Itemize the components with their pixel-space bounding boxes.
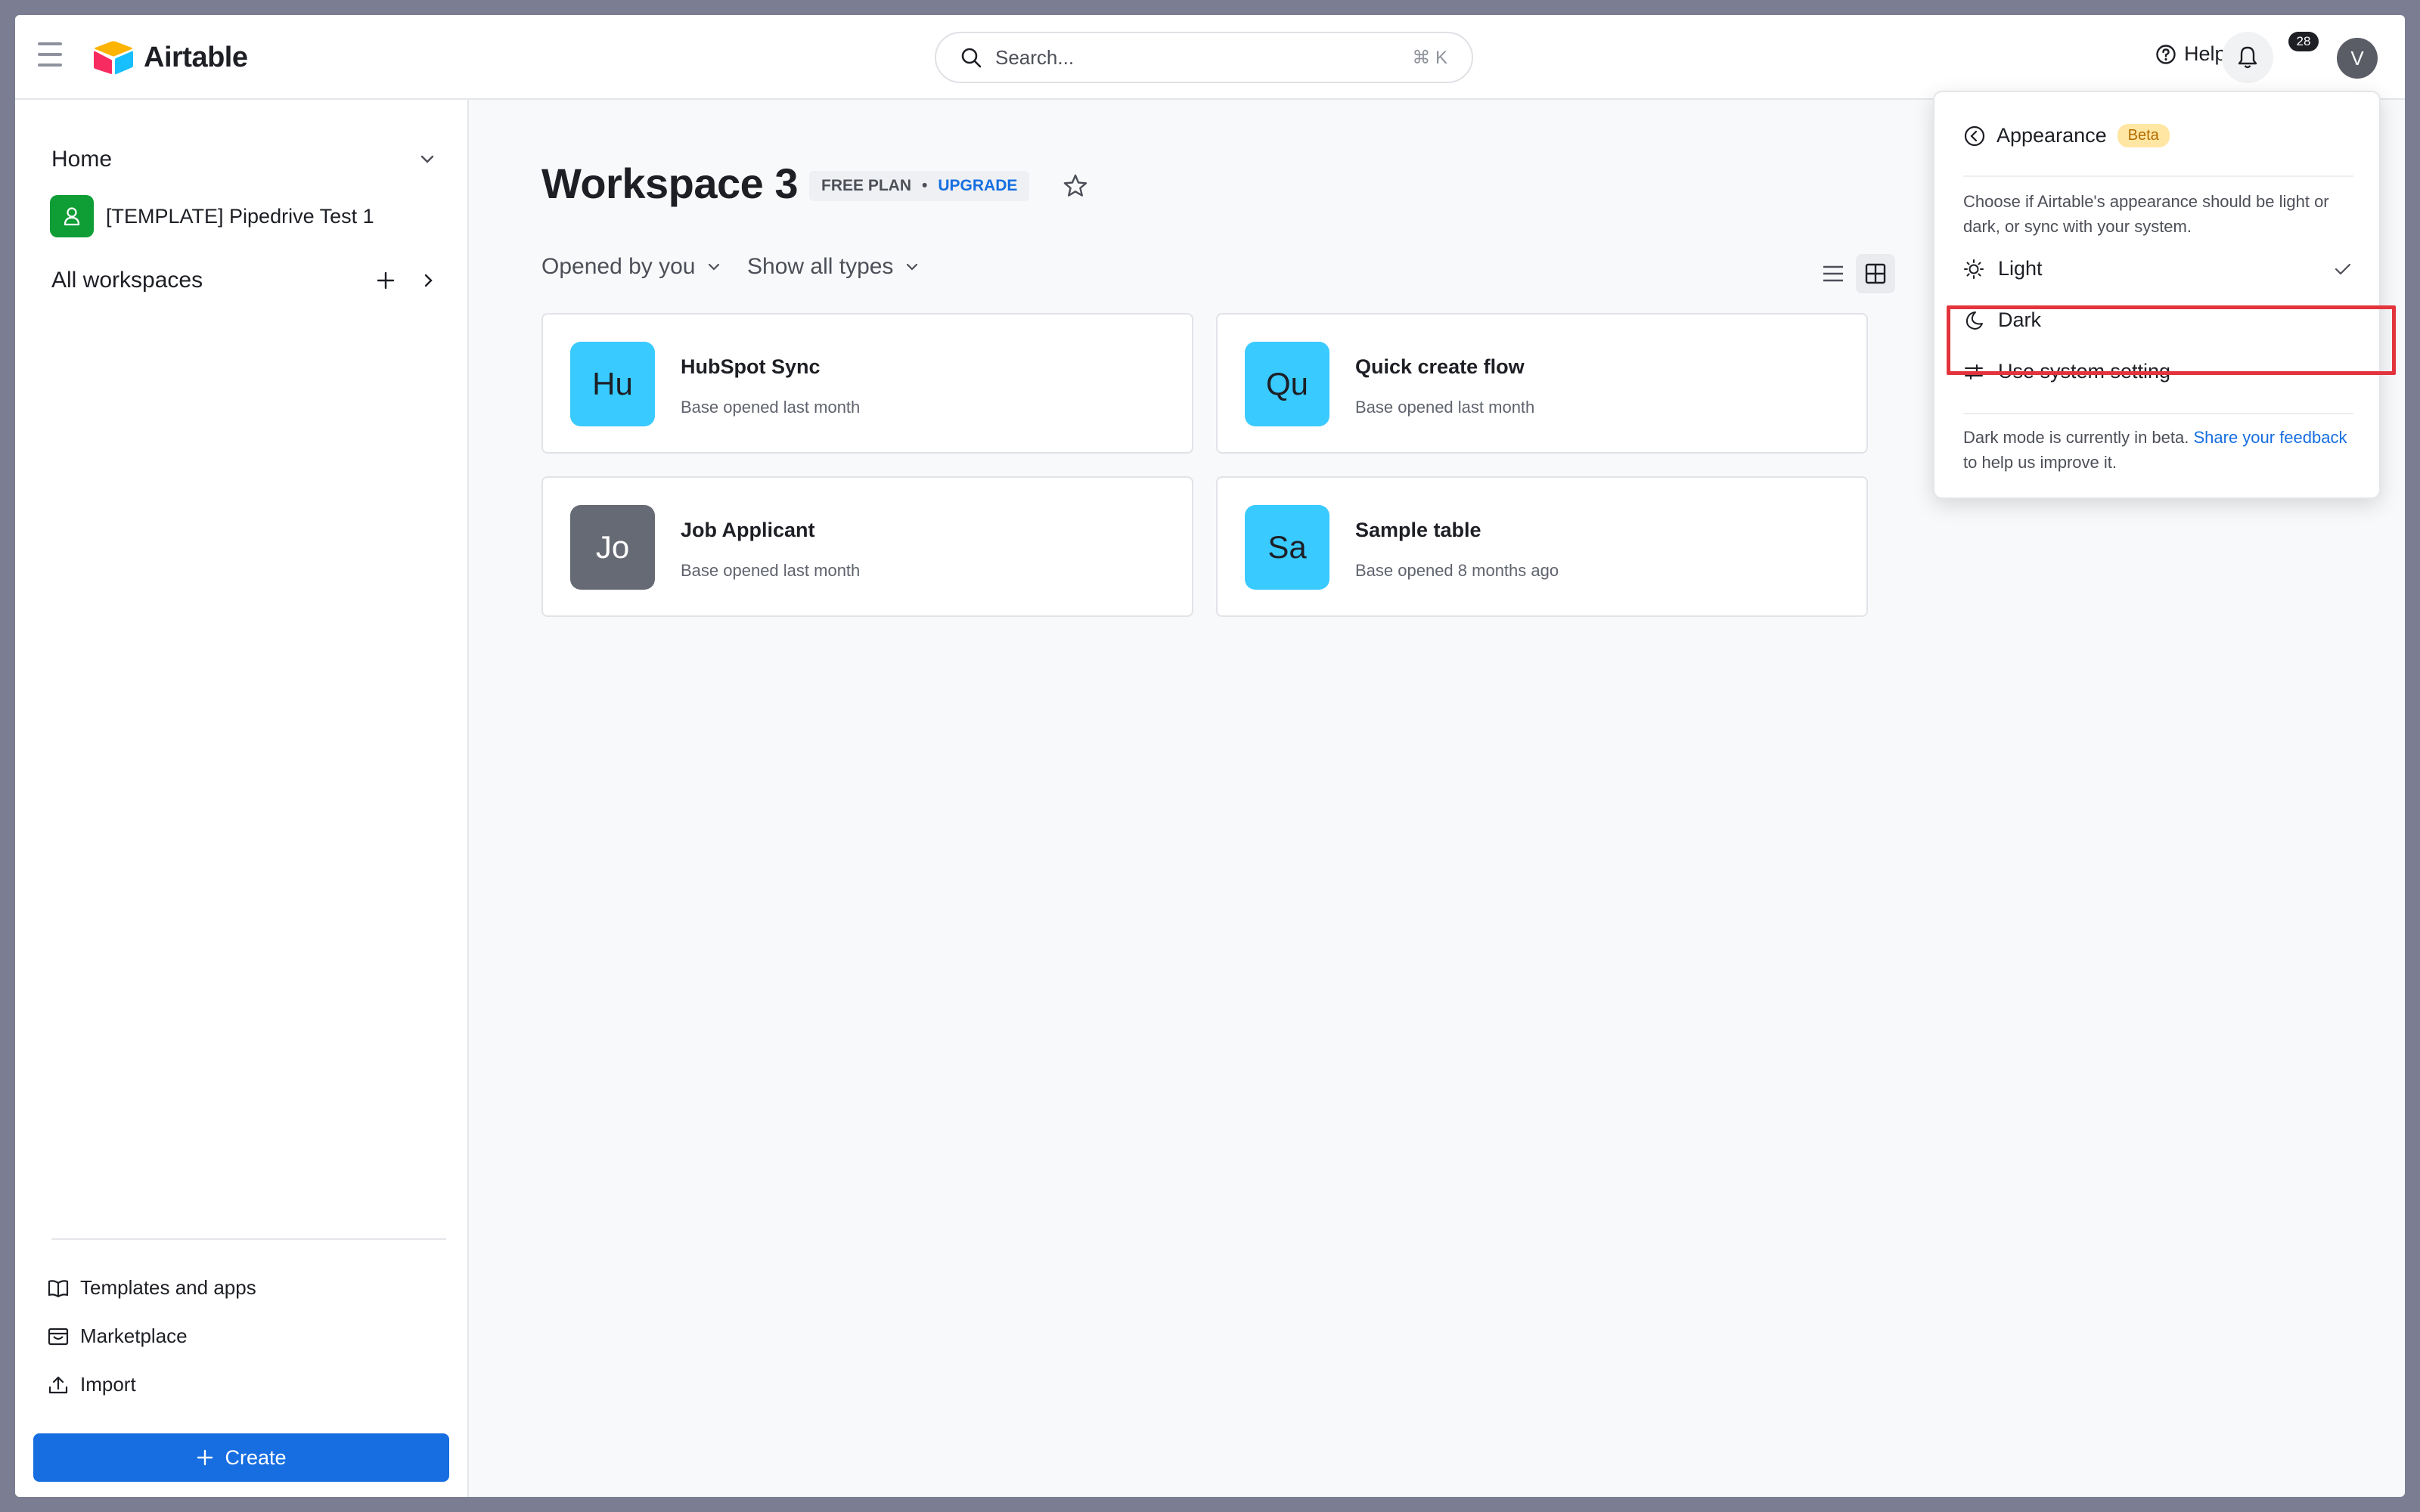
base-card[interactable]: Jo Job Applicant Base opened last month xyxy=(541,476,1193,617)
help-label: Help xyxy=(2184,42,2226,65)
chevron-down-icon[interactable] xyxy=(417,150,437,169)
sidebar-home-label: Home xyxy=(51,147,113,172)
app-window: Airtable Search... ⌘ K Help 28 V Home [T… xyxy=(15,15,2405,1497)
sun-icon xyxy=(1964,259,1984,279)
appearance-title: Appearance xyxy=(1996,124,2107,147)
book-icon xyxy=(48,1279,69,1297)
base-subtitle: Base opened last month xyxy=(1355,398,1535,417)
notification-badge: 28 xyxy=(2288,32,2319,51)
base-subtitle: Base opened last month xyxy=(681,561,861,580)
footer-text: Dark mode is currently in beta. xyxy=(1963,428,2189,447)
appearance-option-light[interactable]: Light xyxy=(1963,257,2353,280)
upload-icon xyxy=(48,1376,68,1393)
plan-separator: • xyxy=(922,177,928,194)
plan-badge: FREE PLAN • UPGRADE xyxy=(809,171,1030,201)
base-icon: Sa xyxy=(1245,505,1329,590)
option-label: Light xyxy=(1998,257,2043,280)
menu-icon[interactable] xyxy=(35,42,68,73)
airtable-logo-icon xyxy=(94,41,133,75)
sidebar-home[interactable]: Home xyxy=(51,147,437,172)
sidebar-all-workspaces[interactable]: All workspaces xyxy=(51,268,437,293)
templates-label: Templates and apps xyxy=(80,1276,256,1299)
base-name: HubSpot Sync xyxy=(681,355,821,378)
menu-divider xyxy=(1963,175,2353,177)
share-feedback-link[interactable]: Share your feedback xyxy=(2193,428,2347,447)
plan-label: FREE PLAN xyxy=(821,177,912,194)
base-icon: Jo xyxy=(570,505,655,590)
bell-icon xyxy=(2238,46,2257,69)
filter-types-dropdown[interactable]: Show all types xyxy=(747,254,920,280)
star-icon[interactable] xyxy=(1062,172,1089,200)
chevron-down-icon xyxy=(709,263,720,271)
base-card[interactable]: Qu Quick create flow Base opened last mo… xyxy=(1216,313,1868,454)
base-name: Job Applicant xyxy=(681,519,815,541)
search-shortcut: ⌘ K xyxy=(1412,47,1447,68)
plus-icon[interactable] xyxy=(375,270,396,291)
filter-types-label: Show all types xyxy=(747,254,894,279)
avatar[interactable]: V xyxy=(2337,38,2378,79)
grid-view-button[interactable] xyxy=(1856,254,1895,293)
airtable-logo[interactable]: Airtable xyxy=(92,36,248,79)
sidebar: Home [TEMPLATE] Pipedrive Test 1 All wor… xyxy=(15,100,469,1497)
plus-icon xyxy=(197,1449,213,1466)
sidebar-item-base[interactable]: [TEMPLATE] Pipedrive Test 1 xyxy=(50,195,374,237)
sidebar-divider xyxy=(51,1238,446,1240)
base-subtitle: Base opened last month xyxy=(681,398,861,417)
help-icon xyxy=(2156,44,2176,64)
list-icon xyxy=(1823,265,1843,282)
dark-option-highlight xyxy=(1947,305,2396,375)
marketplace-label: Marketplace xyxy=(80,1325,188,1347)
base-icon: Qu xyxy=(1245,342,1329,426)
help-button[interactable]: Help xyxy=(2155,42,2226,66)
grid-icon xyxy=(1865,263,1886,284)
check-icon xyxy=(2335,263,2351,274)
create-label: Create xyxy=(225,1445,287,1469)
top-bar: Airtable Search... ⌘ K Help 28 V xyxy=(15,15,2405,100)
sidebar-base-label: [TEMPLATE] Pipedrive Test 1 xyxy=(106,204,374,228)
search-bar[interactable]: Search... ⌘ K xyxy=(935,32,1473,83)
import-label: Import xyxy=(80,1373,136,1396)
appearance-footer: Dark mode is currently in beta. Share yo… xyxy=(1963,425,2356,475)
appearance-back-button[interactable]: Appearance Beta xyxy=(1963,124,2170,147)
store-icon xyxy=(48,1328,69,1345)
menu-divider xyxy=(1963,413,2353,414)
base-name: Quick create flow xyxy=(1355,355,1525,378)
beta-badge: Beta xyxy=(2117,124,2170,147)
base-card[interactable]: Hu HubSpot Sync Base opened last month xyxy=(541,313,1193,454)
app-name: Airtable xyxy=(144,41,248,73)
all-workspaces-label: All workspaces xyxy=(51,268,203,293)
search-placeholder: Search... xyxy=(995,45,1075,69)
appearance-menu: Appearance Beta Choose if Airtable's app… xyxy=(1933,91,2381,499)
base-card[interactable]: Sa Sample table Base opened 8 months ago xyxy=(1216,476,1868,617)
base-icon: Hu xyxy=(570,342,655,426)
filter-opened-label: Opened by you xyxy=(541,254,696,279)
page-title: Workspace 3 xyxy=(541,160,798,207)
chevron-right-icon[interactable] xyxy=(419,271,437,290)
base-subtitle: Base opened 8 months ago xyxy=(1355,561,1559,580)
sidebar-link-templates[interactable]: Templates and apps xyxy=(47,1276,256,1300)
create-button[interactable]: Create xyxy=(33,1433,449,1482)
list-view-button[interactable] xyxy=(1813,254,1853,293)
notifications-button[interactable] xyxy=(2222,32,2273,83)
search-icon xyxy=(961,48,982,68)
appearance-description: Choose if Airtable's appearance should b… xyxy=(1963,192,2329,236)
upgrade-link[interactable]: UPGRADE xyxy=(938,177,1017,195)
base-name: Sample table xyxy=(1355,519,1481,541)
filter-opened-dropdown[interactable]: Opened by you xyxy=(541,254,722,280)
footer-tail: to help us improve it. xyxy=(1963,453,2117,472)
chevron-down-icon xyxy=(907,263,918,271)
base-person-icon xyxy=(50,195,94,237)
back-circle-icon xyxy=(1964,125,1985,146)
sidebar-link-import[interactable]: Import xyxy=(47,1373,136,1396)
sidebar-link-marketplace[interactable]: Marketplace xyxy=(47,1325,188,1348)
